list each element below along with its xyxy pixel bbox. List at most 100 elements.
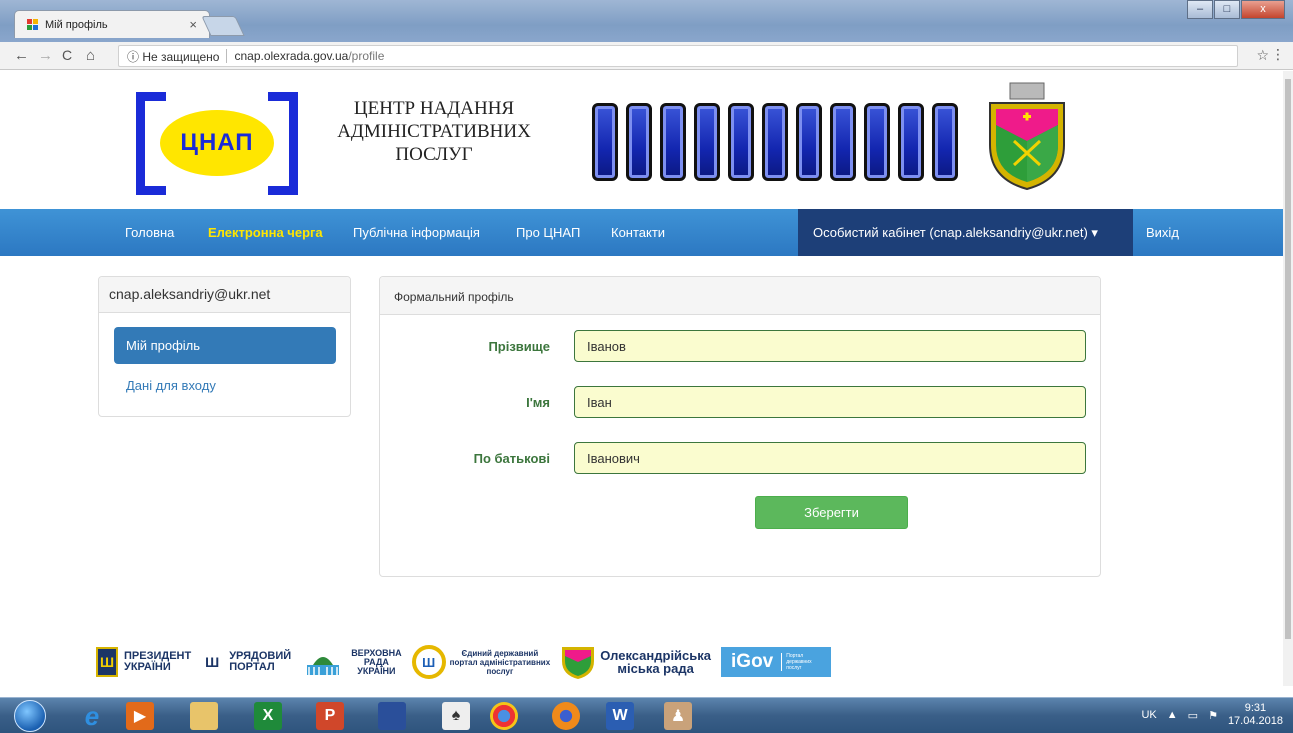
igov-text: iGov [731,651,774,672]
internet-explorer-icon[interactable]: e [78,701,106,731]
president-link[interactable]: Ш ПРЕЗИДЕНТ УКРАЇНИ [96,642,191,682]
nav-item-public-info[interactable]: Публічна інформація [353,225,480,240]
city-letter [762,103,788,181]
rada-link[interactable]: ВЕРХОВНА РАДА УКРАЇНИ [301,642,402,682]
centre-title: ЦЕНТР НАДАННЯ АДМІНІСТРАТИВНИХ ПОСЛУГ [316,97,552,166]
clock-date: 17.04.2018 [1227,715,1283,727]
tab-title: Мій профіль [45,18,108,31]
gov-portal-text: ПОРТАЛ [229,661,275,673]
save-button[interactable]: Зберегти [755,496,908,529]
media-player-icon[interactable]: ▶ [126,702,154,730]
page-scrollbar[interactable] [1283,71,1293,686]
users-icon[interactable]: ♟ [664,702,692,730]
language-indicator[interactable]: UK [1141,709,1156,721]
city-letter [660,103,686,181]
first-name-label: І'мя [526,395,550,410]
firefox-icon[interactable] [552,702,580,730]
browser-tab[interactable]: Мій профіль × [14,10,210,38]
portal-text: портал адміністративних [449,657,551,667]
excel-icon[interactable]: X [254,702,282,730]
centre-title-line: ЦЕНТР НАДАННЯ [353,98,515,119]
reload-icon[interactable]: C [62,47,72,63]
maximize-button[interactable]: □ [1214,0,1240,19]
city-letter [898,103,924,181]
surname-input[interactable]: Іванов [574,330,1086,362]
patronymic-input[interactable]: Іванович [574,442,1086,474]
page-content: ЦНАП ЦЕНТР НАДАННЯ АДМІНІСТРАТИВНИХ ПОСЛ… [0,71,1283,686]
file-explorer-icon[interactable] [190,702,218,730]
parliament-dome-icon [307,657,340,675]
site-favicon-icon [27,18,39,31]
system-clock[interactable]: 9:31 17.04.2018 [1228,702,1283,728]
browser-menu-icon[interactable]: ⋮ [1271,46,1285,63]
minimize-button[interactable]: – [1187,0,1213,19]
sidebar-item-my-profile[interactable]: Мій профіль [114,327,336,364]
word-icon[interactable]: W [606,702,634,730]
scrollbar-thumb[interactable] [1285,79,1291,639]
city-council-link[interactable]: Олександрійська міська рада [560,642,711,682]
surname-label: Прізвище [488,339,550,354]
president-text: УКРАЇНИ [124,661,171,673]
sidebar-item-login-data[interactable]: Дані для входу [126,378,216,393]
city-council-text: міська рада [617,661,694,676]
logout-link[interactable]: Вихід [1146,225,1179,240]
tab-close-icon[interactable]: × [189,17,197,32]
nav-item-home[interactable]: Головна [125,225,174,240]
cnap-logo[interactable]: ЦНАП [136,92,298,195]
home-icon[interactable]: ⌂ [86,47,95,64]
personal-cabinet-dropdown[interactable]: Особистий кабінет (cnap.aleksandriy@ukr.… [798,209,1133,256]
nav-item-electronic-queue[interactable]: Електронна черга [208,225,323,240]
centre-title-line: ПОСЛУГ [395,144,473,165]
city-council-crest-icon [562,647,595,679]
patronymic-label: По батькові [473,451,550,466]
nav-item-about[interactable]: Про ЦНАП [516,225,580,240]
sidebar-email: cnap.aleksandriy@ukr.net [99,277,350,313]
back-arrow-icon[interactable]: ← [14,47,29,64]
site-header: ЦНАП ЦЕНТР НАДАННЯ АДМІНІСТРАТИВНИХ ПОСЛ… [0,71,1283,209]
start-button[interactable] [14,700,46,732]
centre-title-line: АДМІНІСТРАТИВНИХ [337,121,531,142]
rada-text: УКРАЇНИ [357,665,396,676]
portal-text: Єдиний державний [461,648,539,658]
city-letter [626,103,652,181]
formal-profile-panel: Формальний профіль Прізвище Іванов І'мя … [379,276,1101,577]
city-letter [728,103,754,181]
gov-portal-link[interactable]: Ш УРЯДОВИЙ ПОРТАЛ [201,642,291,682]
logo-text: ЦНАП [160,110,274,176]
portal-text: послуг [486,666,514,676]
url-host: cnap.olexrada.gov.ua [234,49,349,63]
bookmark-star-icon[interactable]: ☆ [1256,47,1269,64]
clock-time: 9:31 [1244,702,1267,714]
forward-arrow-icon[interactable]: → [38,47,53,64]
action-center-flag-icon[interactable]: ⚑ [1208,709,1218,722]
main-nav: Головна Електронна черга Публічна інформ… [0,209,1283,256]
city-letter [592,103,618,181]
city-letter [796,103,822,181]
city-letter [694,103,720,181]
first-name-input[interactable]: Іван [574,386,1086,418]
network-icon[interactable]: ▭ [1188,709,1198,722]
tray-expand-icon[interactable]: ▲ [1167,709,1178,721]
cabinet-label: Особистий кабінет (cnap.aleksandriy@ukr.… [813,225,1098,240]
profile-sidebar: cnap.aleksandriy@ukr.net Мій профіль Дан… [98,276,351,417]
system-tray: UK ▲ ▭ ⚑ 9:31 17.04.2018 [1141,702,1283,728]
trident-icon: Ш [96,647,118,677]
powerpoint-icon[interactable]: P [316,702,344,730]
save-disk-icon[interactable] [378,702,406,730]
address-bar[interactable]: ⓘ Не защищено cnap.olexrada.gov.ua/profi… [118,45,1238,67]
city-coat-of-arms-icon [989,82,1065,191]
window-close-button[interactable]: x [1241,0,1285,19]
solitaire-icon[interactable]: ♠ [442,702,470,730]
igov-subtext: Портал державних послуг [781,653,817,671]
panel-title: Формальний профіль [380,277,1100,315]
security-label[interactable]: ⓘ Не защищено [127,48,219,65]
admin-services-portal-link[interactable]: Ш Єдиний державний портал адміністративни… [411,642,551,682]
partner-links-footer: Ш ПРЕЗИДЕНТ УКРАЇНИ Ш УРЯДОВИЙ ПОРТАЛ ВЕРХ… [96,638,901,686]
igov-link[interactable]: iGov Портал державних послуг [721,647,832,677]
nav-item-contacts[interactable]: Контакти [611,225,665,240]
city-letter [830,103,856,181]
url-path: /profile [348,49,385,63]
chrome-icon[interactable] [490,702,518,730]
trident-icon: Ш [201,647,224,677]
browser-toolbar: ← → C ⌂ ⓘ Не защищено cnap.olexrada.gov.… [0,42,1293,70]
